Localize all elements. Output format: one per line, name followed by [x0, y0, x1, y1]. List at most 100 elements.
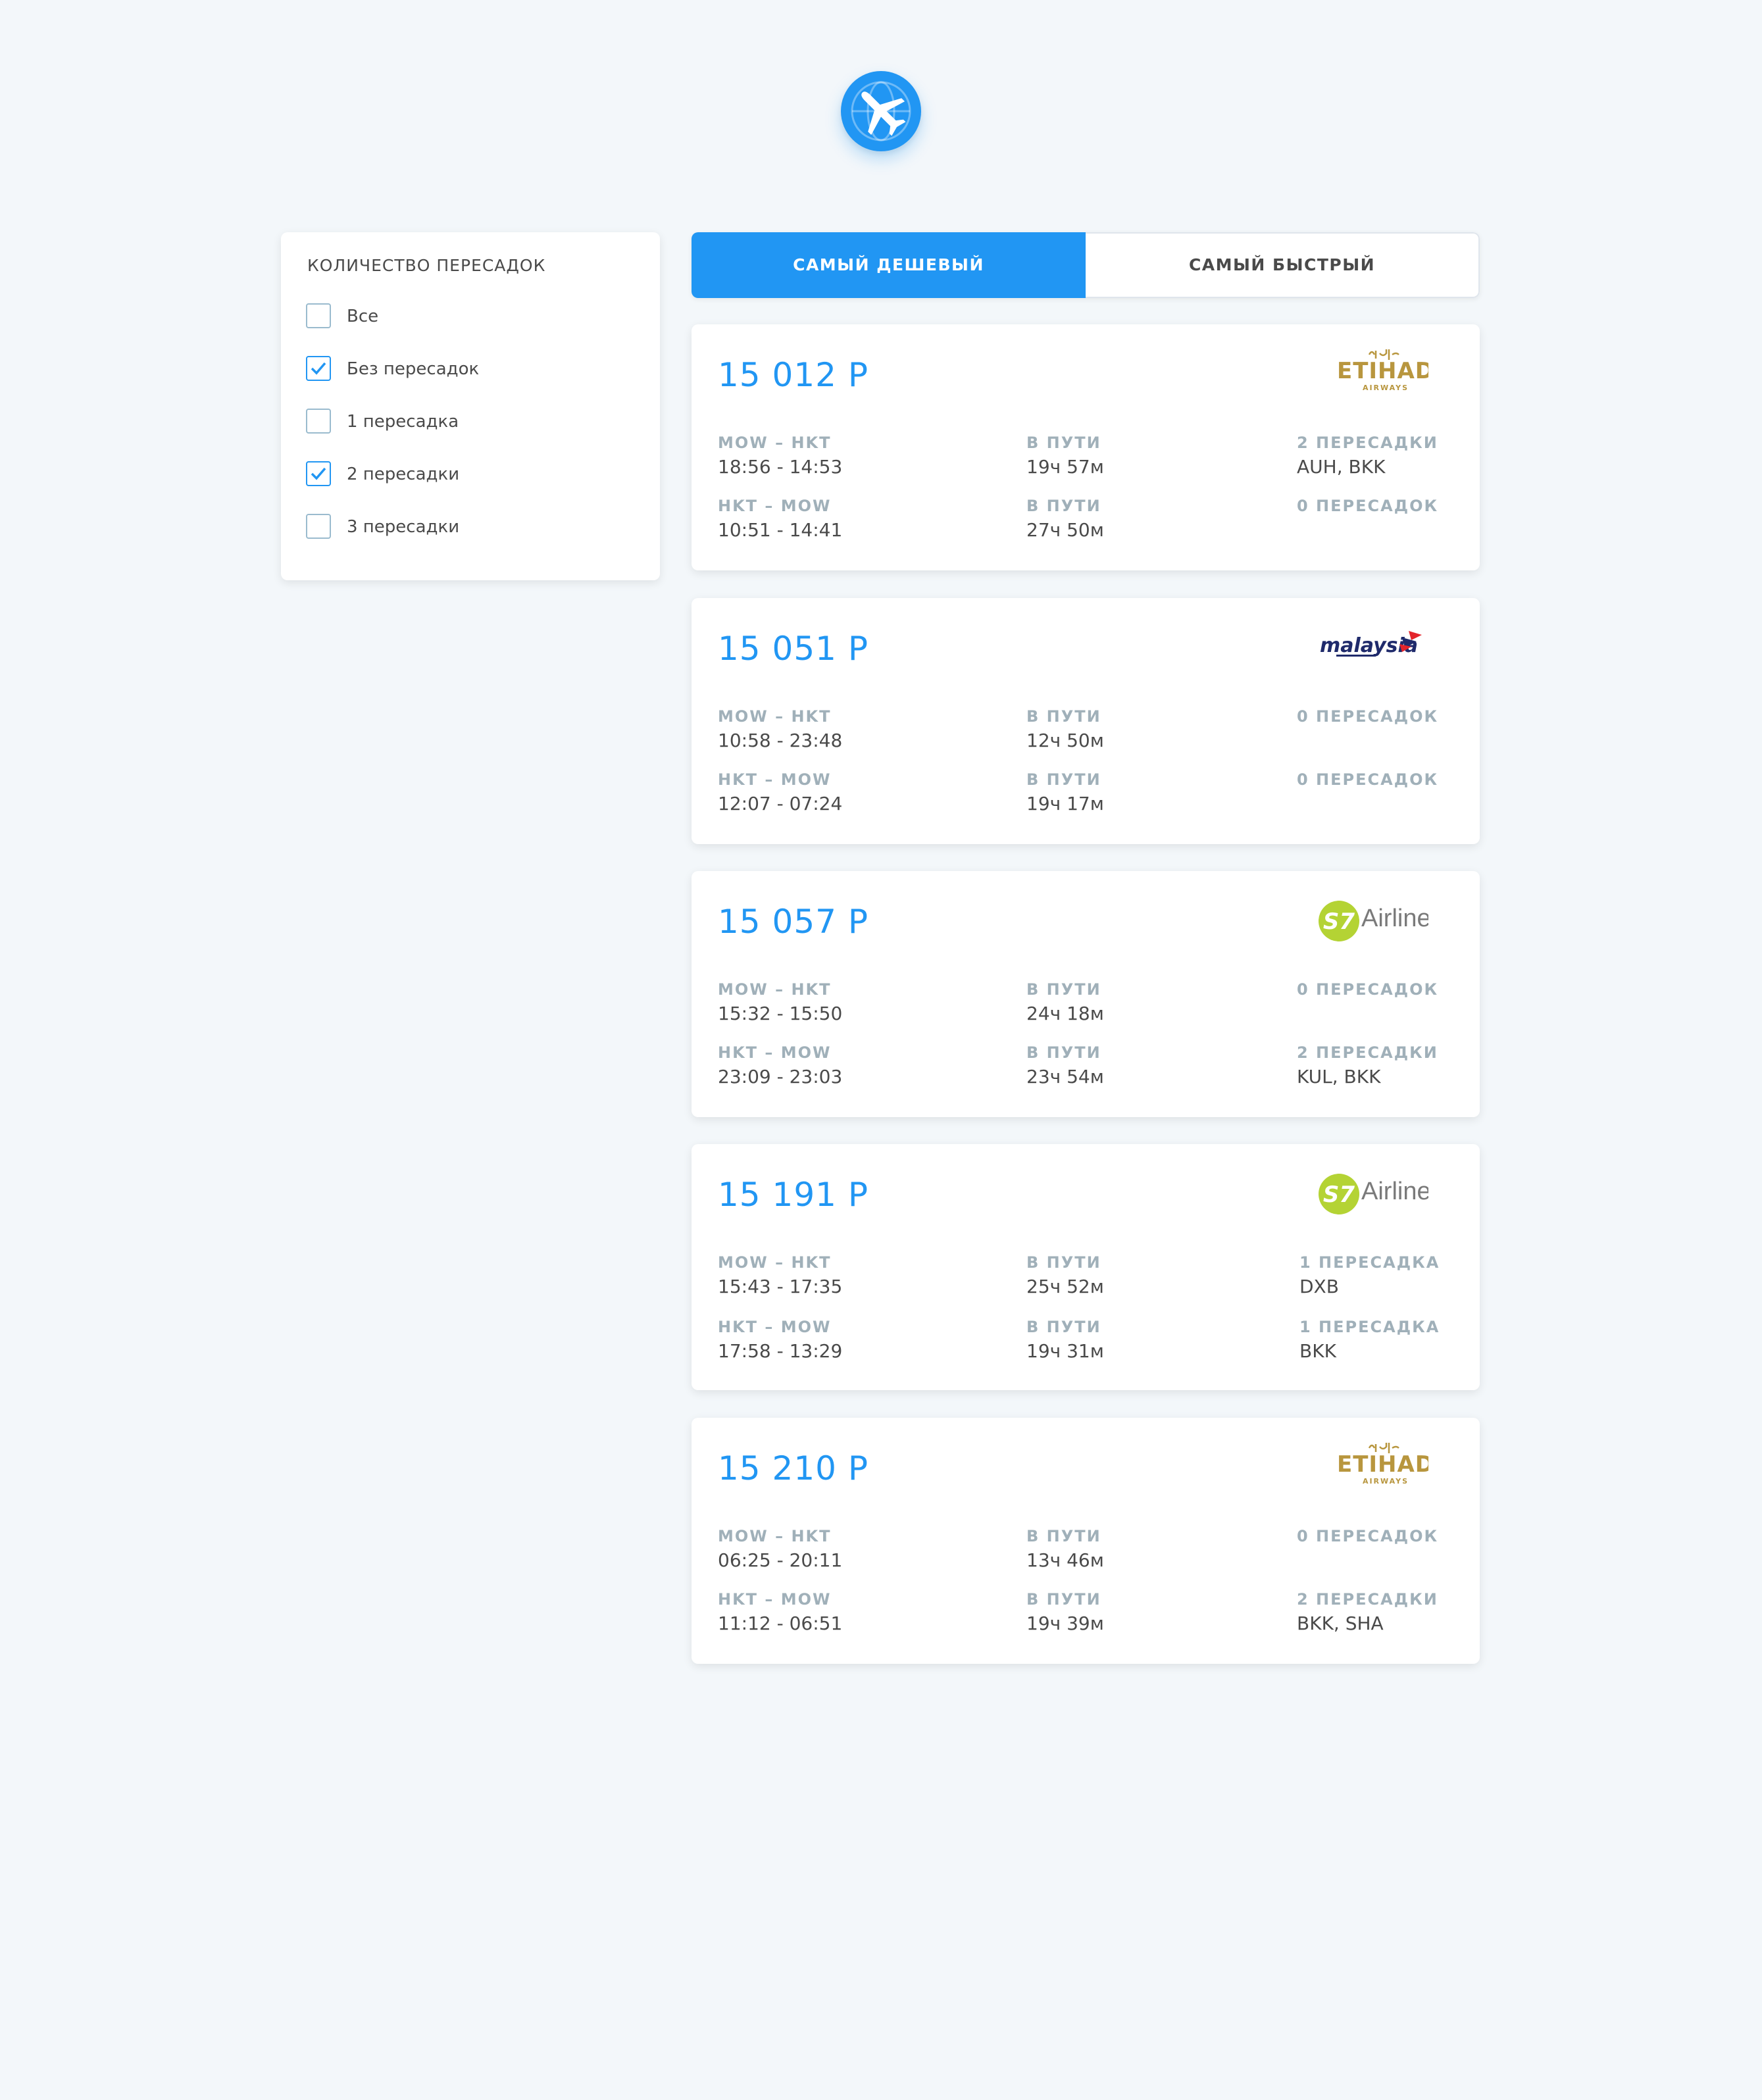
ticket-price: 15 191 Р: [718, 1176, 868, 1214]
segment-return: HKT – MOW 23:09 - 23:03 В ПУТИ 23ч 54м 2 П…: [718, 1043, 1455, 1096]
s7-airlines-logo: S7 Airlines: [1319, 901, 1428, 941]
etihad-airways-logo: ETIHAD AIRWAYS: [1337, 1443, 1428, 1486]
flight-duration: 25ч 52м: [1026, 1276, 1104, 1297]
segment-return: HKT – MOW 17:58 - 13:29 В ПУТИ 19ч 31м 1 П…: [718, 1318, 1455, 1370]
stops-label: 1 ПЕРЕСАДКА: [1299, 1253, 1440, 1272]
flight-times: 11:12 - 06:51: [718, 1613, 843, 1634]
route-label: HKT – MOW: [718, 1043, 832, 1062]
svg-text:Airlines: Airlines: [1361, 1178, 1428, 1205]
filter-option-label: 2 пересадки: [347, 464, 460, 484]
flight-duration: 24ч 18м: [1026, 1003, 1104, 1024]
ticket-card[interactable]: 15 057 Р S7 Airlines MOW – HKT 15:32 - 15…: [692, 871, 1480, 1117]
filter-option-label: 1 пересадка: [347, 412, 459, 432]
route-label: MOW – HKT: [718, 980, 832, 999]
duration-label: В ПУТИ: [1026, 980, 1101, 999]
svg-text:ETIHAD: ETIHAD: [1337, 358, 1428, 384]
flight-times: 10:51 - 14:41: [718, 519, 843, 541]
flight-times: 23:09 - 23:03: [718, 1066, 843, 1088]
flight-duration: 23ч 54м: [1026, 1066, 1104, 1088]
svg-text:ETIHAD: ETIHAD: [1337, 1451, 1428, 1478]
ticket-card[interactable]: 15 210 Р ETIHAD AIRWAYS MOW – HKT 06:25 -…: [692, 1418, 1480, 1664]
flight-duration: 13ч 46м: [1026, 1549, 1104, 1571]
stops-label: 1 ПЕРЕСАДКА: [1299, 1318, 1440, 1336]
sort-tabs: САМЫЙ ДЕШЕВЫЙ САМЫЙ БЫСТРЫЙ: [692, 232, 1480, 298]
flight-times: 15:43 - 17:35: [718, 1276, 843, 1297]
route-label: MOW – HKT: [718, 1253, 832, 1272]
filter-option-1-stop[interactable]: 1 пересадка: [306, 409, 635, 438]
s7-airlines-logo: S7 Airlines: [1319, 1174, 1428, 1214]
route-label: HKT – MOW: [718, 1590, 832, 1609]
duration-label: В ПУТИ: [1026, 1527, 1101, 1545]
checkbox[interactable]: [306, 409, 331, 434]
aviasales-logo[interactable]: [841, 71, 921, 151]
svg-text:S7: S7: [1323, 1182, 1355, 1208]
filter-option-label: Без пересадок: [347, 359, 480, 379]
segment-outbound: MOW – HKT 15:43 - 17:35 В ПУТИ 25ч 52м 1 П…: [718, 1253, 1455, 1306]
ticket-price: 15 012 Р: [718, 356, 868, 394]
route-label: HKT – MOW: [718, 770, 832, 789]
ticket-card[interactable]: 15 012 Р ETIHAD AIRWAYS MOW – HKT 18:56 -…: [692, 324, 1480, 570]
flight-duration: 27ч 50м: [1026, 519, 1104, 541]
ticket-price: 15 210 Р: [718, 1449, 868, 1488]
tab-fastest[interactable]: САМЫЙ БЫСТРЫЙ: [1086, 232, 1480, 298]
etihad-airways-logo: ETIHAD AIRWAYS: [1337, 349, 1428, 392]
flight-duration: 19ч 31м: [1026, 1340, 1104, 1362]
filter-option-label: Все: [347, 307, 379, 326]
ticket-price: 15 057 Р: [718, 903, 868, 941]
segment-outbound: MOW – HKT 06:25 - 20:11 В ПУТИ 13ч 46м 0 П…: [718, 1527, 1455, 1580]
segment-outbound: MOW – HKT 15:32 - 15:50 В ПУТИ 24ч 18м 0 П…: [718, 980, 1455, 1033]
stops-airports: BKK, SHA: [1297, 1613, 1384, 1634]
stops-label: 0 ПЕРЕСАДОК: [1297, 497, 1439, 515]
checkbox[interactable]: [306, 303, 331, 328]
filter-option-2-stops[interactable]: 2 пересадки: [306, 461, 635, 490]
flight-times: 12:07 - 07:24: [718, 793, 843, 814]
stops-label: 2 ПЕРЕСАДКИ: [1297, 434, 1438, 452]
svg-text:AIRWAYS: AIRWAYS: [1363, 1477, 1409, 1486]
stops-filter-panel: КОЛИЧЕСТВО ПЕРЕСАДОК Все Без пересадок 1…: [281, 232, 660, 580]
svg-text:Airlines: Airlines: [1361, 905, 1428, 932]
checkbox[interactable]: [306, 356, 331, 381]
ticket-card[interactable]: 15 051 Р malaysia MOW – HKT 10:58 - 23:48…: [692, 598, 1480, 844]
flight-times: 06:25 - 20:11: [718, 1549, 843, 1571]
route-label: MOW – HKT: [718, 434, 832, 452]
tab-cheapest[interactable]: САМЫЙ ДЕШЕВЫЙ: [692, 232, 1086, 298]
duration-label: В ПУТИ: [1026, 497, 1101, 515]
segment-outbound: MOW – HKT 10:58 - 23:48 В ПУТИ 12ч 50м 0 П…: [718, 707, 1455, 760]
checkbox[interactable]: [306, 514, 331, 539]
svg-text:AIRWAYS: AIRWAYS: [1363, 384, 1409, 392]
duration-label: В ПУТИ: [1026, 1318, 1101, 1336]
filter-option-all[interactable]: Все: [306, 303, 635, 332]
flight-duration: 19ч 39м: [1026, 1613, 1104, 1634]
segment-return: HKT – MOW 10:51 - 14:41 В ПУТИ 27ч 50м 0 П…: [718, 497, 1455, 549]
stops-airports: BKK: [1299, 1340, 1336, 1362]
flight-duration: 19ч 17м: [1026, 793, 1104, 814]
flight-duration: 12ч 50м: [1026, 730, 1104, 751]
route-label: MOW – HKT: [718, 1527, 832, 1545]
checkmark-icon: [311, 362, 326, 375]
flight-times: 18:56 - 14:53: [718, 456, 843, 478]
duration-label: В ПУТИ: [1026, 1253, 1101, 1272]
route-label: MOW – HKT: [718, 707, 832, 726]
filter-option-3-stops[interactable]: 3 пересадки: [306, 514, 635, 543]
stops-label: 2 ПЕРЕСАДКИ: [1297, 1043, 1438, 1062]
segment-outbound: MOW – HKT 18:56 - 14:53 В ПУТИ 19ч 57м 2 П…: [718, 434, 1455, 486]
route-label: HKT – MOW: [718, 1318, 832, 1336]
checkbox[interactable]: [306, 461, 331, 486]
filter-title: КОЛИЧЕСТВО ПЕРЕСАДОК: [307, 256, 546, 275]
stops-label: 0 ПЕРЕСАДОК: [1297, 770, 1439, 789]
stops-airports: KUL, BKK: [1297, 1066, 1381, 1088]
duration-label: В ПУТИ: [1026, 770, 1101, 789]
filter-option-nonstop[interactable]: Без пересадок: [306, 356, 635, 385]
duration-label: В ПУТИ: [1026, 1590, 1101, 1609]
ticket-card[interactable]: 15 191 Р S7 Airlines MOW – HKT 15:43 - 17…: [692, 1144, 1480, 1390]
stops-airports: DXB: [1299, 1276, 1339, 1297]
malaysia-airlines-logo: malaysia: [1320, 631, 1422, 657]
flight-duration: 19ч 57м: [1026, 456, 1104, 478]
segment-return: HKT – MOW 12:07 - 07:24 В ПУТИ 19ч 17м 0 П…: [718, 770, 1455, 823]
duration-label: В ПУТИ: [1026, 1043, 1101, 1062]
duration-label: В ПУТИ: [1026, 707, 1101, 726]
stops-label: 0 ПЕРЕСАДОК: [1297, 980, 1439, 999]
stops-airports: AUH, BKK: [1297, 456, 1386, 478]
stops-label: 0 ПЕРЕСАДОК: [1297, 1527, 1439, 1545]
stops-label: 2 ПЕРЕСАДКИ: [1297, 1590, 1438, 1609]
